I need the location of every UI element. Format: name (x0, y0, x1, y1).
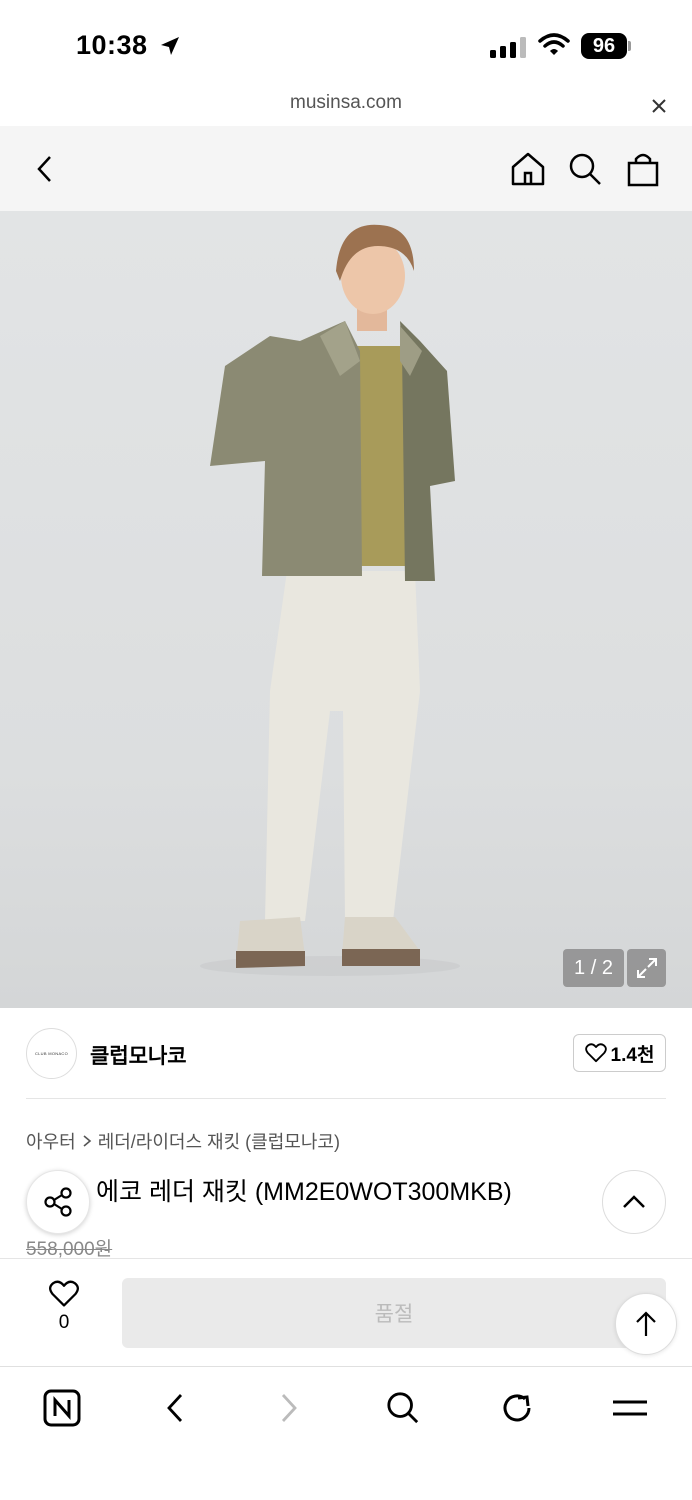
naver-n-icon (43, 1389, 81, 1427)
chevron-left-icon (37, 156, 51, 182)
original-price: 558,000원 (26, 1239, 113, 1260)
product-image[interactable] (0, 211, 692, 1008)
chevron-right-icon (83, 1135, 91, 1147)
chevron-up-icon (623, 1195, 645, 1208)
soldout-button: 품절 (122, 1278, 666, 1348)
browser-forward-button[interactable] (269, 1388, 309, 1428)
breadcrumb: 아우터 레더/라이더스 재킷 (클럽모나코) (26, 1128, 340, 1154)
brand-like-count: 1.4천 (610, 1044, 655, 1066)
browser-menu-button[interactable] (610, 1388, 650, 1428)
cellular-signal-icon (490, 36, 526, 58)
search-icon (387, 1392, 419, 1424)
expand-image-button[interactable] (627, 949, 666, 987)
divider (26, 1098, 666, 1099)
share-icon (44, 1187, 72, 1217)
status-time: 10:38 (76, 30, 148, 60)
cart-button[interactable] (624, 150, 662, 188)
menu-icon (613, 1400, 647, 1416)
breadcrumb-category[interactable]: 아우터 (26, 1128, 76, 1154)
brand-name[interactable]: 클럽모나코 (90, 1040, 187, 1070)
close-icon[interactable] (650, 97, 668, 115)
wish-count: 0 (58, 1312, 70, 1333)
naver-home-button[interactable] (42, 1388, 82, 1428)
browser-toolbar (0, 1366, 692, 1500)
location-arrow-icon (161, 37, 179, 55)
battery-indicator: 96 (581, 33, 627, 59)
shopping-bag-icon (627, 153, 659, 187)
heart-icon (49, 1280, 79, 1307)
model-photo (200, 224, 460, 976)
chevron-left-icon (167, 1394, 183, 1422)
brand-logo[interactable]: CLUB MONACO (26, 1028, 77, 1079)
chevron-right-icon (281, 1394, 297, 1422)
arrow-up-icon (636, 1311, 656, 1336)
app-header (0, 126, 692, 211)
expand-icon (636, 958, 657, 978)
url-domain[interactable]: musinsa.com (0, 92, 692, 114)
product-title: 에코 레더 재킷 (MM2E0WOT300MKB) (96, 1178, 512, 1206)
brand-like-button[interactable]: 1.4천 (573, 1034, 666, 1072)
refresh-icon (503, 1394, 531, 1422)
share-button[interactable] (26, 1170, 90, 1234)
home-icon (511, 152, 545, 186)
search-icon (569, 153, 601, 185)
collapse-button[interactable] (602, 1170, 666, 1234)
scroll-top-button[interactable] (615, 1293, 677, 1355)
browser-back-button[interactable] (155, 1388, 195, 1428)
wish-button[interactable]: 0 (40, 1280, 88, 1334)
breadcrumb-subcategory[interactable]: 레더/라이더스 재킷 (클럽모나코) (98, 1128, 340, 1154)
back-button[interactable] (26, 150, 64, 188)
home-button[interactable] (509, 150, 547, 188)
image-counter: 1 / 2 (563, 949, 624, 987)
battery-tip (628, 41, 631, 51)
heart-icon (584, 1043, 607, 1063)
browser-refresh-button[interactable] (497, 1388, 537, 1428)
wifi-icon (538, 33, 570, 55)
search-button[interactable] (566, 150, 604, 188)
browser-search-button[interactable] (383, 1388, 423, 1428)
